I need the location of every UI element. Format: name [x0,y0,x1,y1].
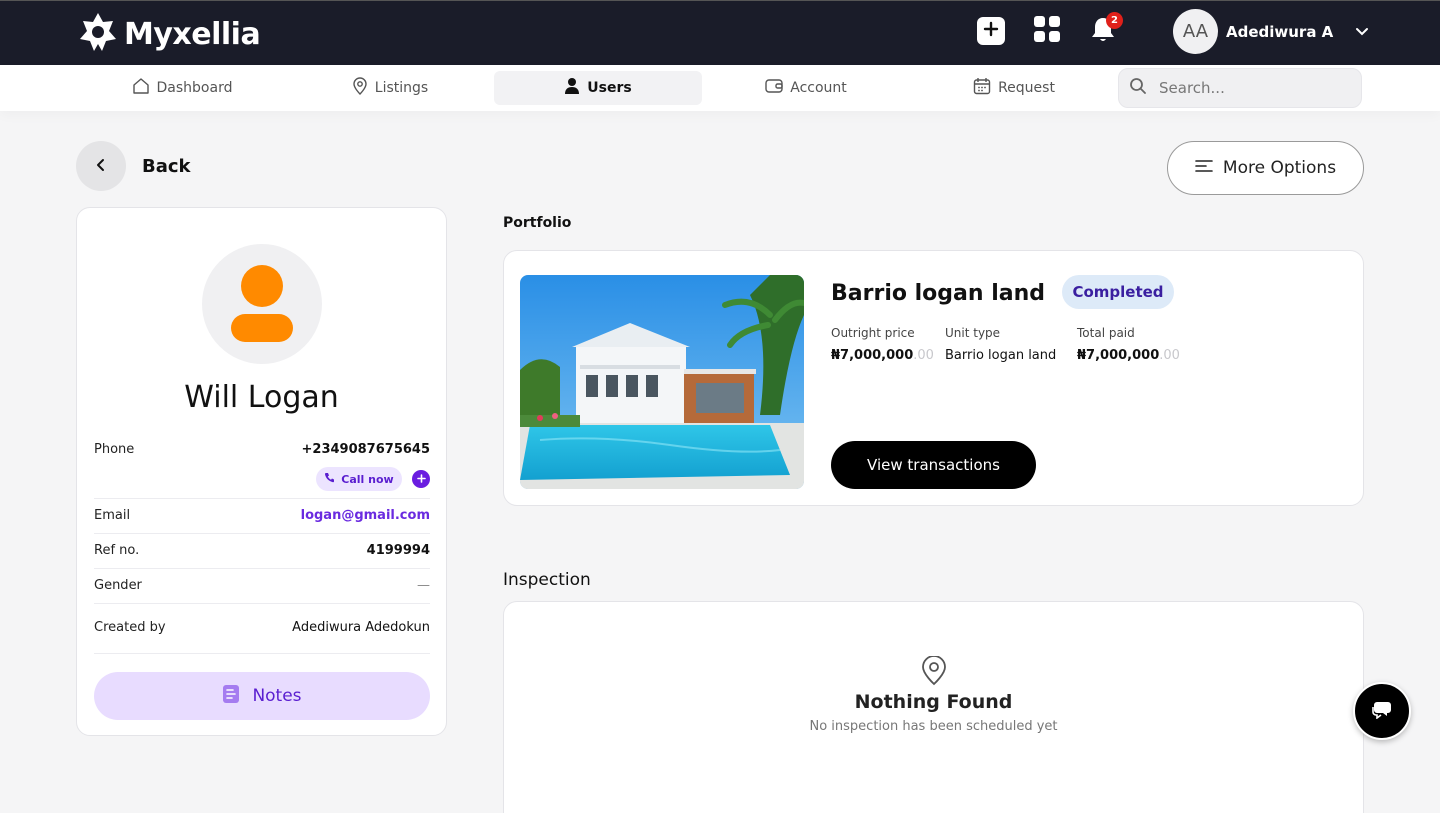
ref-label: Ref no. [94,543,140,558]
gender-label: Gender [94,578,142,593]
main-nav: Dashboard Listings Users Account Request [0,65,1440,111]
gender-value: — [417,578,430,593]
divider [94,533,430,534]
outright-price-value: ₦7,000,000.00 [831,348,934,363]
back-label[interactable]: Back [142,156,191,177]
home-icon [132,77,150,99]
chevron-down-icon [1355,22,1369,41]
nav-label: Users [587,80,632,96]
profile-card: Will Logan Phone +2349087675645 Call now… [76,207,447,736]
call-now-button[interactable]: Call now [316,467,402,491]
phone-row: Phone +2349087675645 [94,442,430,457]
divider [94,653,430,654]
phone-icon [324,472,335,486]
user-menu[interactable]: AA Adediwura A [1173,9,1369,54]
created-by-row: Created by Adediwura Adedokun [94,620,430,635]
divider [94,603,430,604]
notification-badge: 2 [1106,12,1123,29]
view-transactions-button[interactable]: View transactions [831,441,1036,489]
plus-icon [983,21,999,41]
back-button[interactable] [76,141,126,191]
notes-button[interactable]: Notes [94,672,430,720]
menu-lines-icon [1195,158,1213,178]
notifications-button[interactable]: 2 [1089,12,1123,45]
nav-item-users[interactable]: Users [494,71,702,105]
outright-price-label: Outright price [831,326,915,340]
created-by-value: Adediwura Adedokun [292,620,430,635]
nav-label: Dashboard [156,80,233,96]
portfolio-card: Barrio logan land Completed Outright pri… [503,250,1364,506]
location-pin-icon [352,77,368,99]
total-paid-label: Total paid [1077,326,1135,340]
nav-item-account[interactable]: Account [702,71,910,105]
location-pin-icon [920,655,948,690]
divider [94,568,430,569]
nav-item-listings[interactable]: Listings [286,71,494,105]
search-icon [1129,77,1147,99]
ref-row: Ref no. 4199994 [94,543,430,558]
notes-icon [222,684,240,709]
wallet-icon [765,78,783,98]
chevron-left-icon [95,157,107,176]
chat-button[interactable] [1353,682,1411,740]
apps-button[interactable] [1033,15,1061,47]
nav-label: Request [998,80,1055,96]
top-bar: Myxellia 2 AA Adediwura A [0,0,1440,65]
unit-type-value: Barrio logan land [945,348,1057,363]
search-input[interactable] [1159,79,1339,97]
user-icon [564,77,580,99]
property-title: Barrio logan land [831,281,1045,306]
inspection-card: Nothing Found No inspection has been sch… [503,601,1364,813]
calendar-icon [973,77,991,99]
inspection-title: Inspection [503,570,591,590]
profile-name: Will Logan [184,380,339,415]
more-options-button[interactable]: More Options [1167,141,1364,195]
search-box[interactable] [1118,68,1362,108]
profile-avatar [202,244,322,364]
user-avatar: AA [1173,9,1218,54]
apps-grid-icon [1033,15,1061,47]
unit-type-label: Unit type [945,326,1001,340]
email-label: Email [94,508,131,523]
total-paid-value: ₦7,000,000.00 [1077,348,1180,363]
star-logo-icon [78,11,118,57]
chat-bubble-icon [1371,699,1393,723]
created-by-label: Created by [94,620,166,635]
nav-item-request[interactable]: Request [910,71,1118,105]
ref-value: 4199994 [366,543,430,558]
notes-label: Notes [252,686,302,706]
empty-state-subtitle: No inspection has been scheduled yet [809,719,1058,734]
more-options-label: More Options [1222,158,1337,178]
nav-label: Account [790,80,847,96]
call-now-label: Call now [341,472,394,486]
brand-logo[interactable]: Myxellia [78,11,261,57]
nav-label: Listings [374,80,429,96]
divider [94,498,430,499]
gender-row: Gender — [94,578,430,593]
phone-label: Phone [94,442,135,457]
empty-state-title: Nothing Found [854,691,1013,713]
user-silhouette-icon [231,265,293,342]
user-name: Adediwura A [1226,22,1334,41]
email-row: Email logan@gmail.com [94,508,430,523]
email-link[interactable]: logan@gmail.com [301,508,430,523]
nav-item-dashboard[interactable]: Dashboard [78,71,286,105]
brand-name: Myxellia [124,16,261,52]
create-button[interactable] [977,17,1005,45]
portfolio-title: Portfolio [503,215,572,231]
add-contact-button[interactable] [412,470,430,488]
status-badge: Completed [1062,275,1174,309]
plus-icon [416,471,426,487]
property-image[interactable] [520,275,804,489]
phone-value: +2349087675645 [301,442,430,457]
